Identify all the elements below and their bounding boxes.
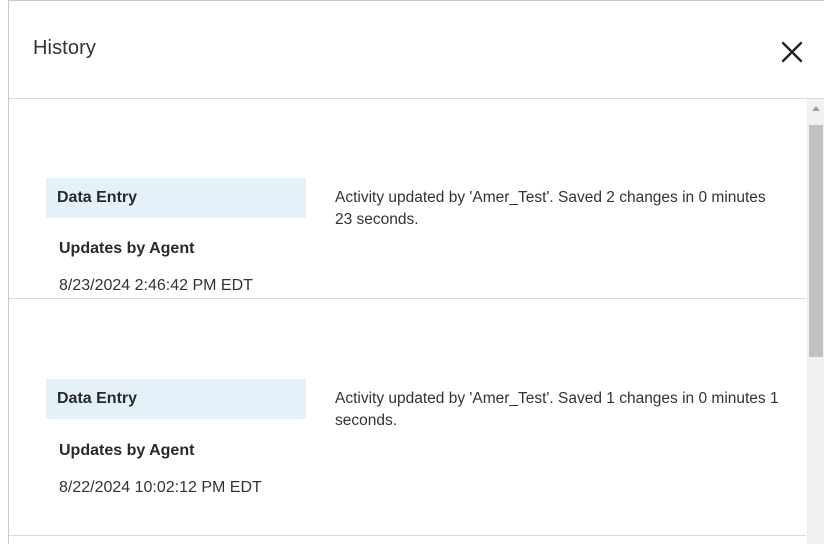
entry-description: Activity updated by 'Amer_Test'. Saved 1… (335, 390, 779, 429)
history-entry: Data Entry Updates by Agent 8/23/2024 2:… (9, 99, 806, 299)
dialog-header: History (9, 1, 824, 99)
entry-description: Activity updated by 'Amer_Test'. Saved 2… (335, 189, 766, 228)
entry-subtitle: Updates by Agent (59, 240, 195, 257)
entry-subtitle: Updates by Agent (59, 442, 195, 459)
dialog-title: History (33, 37, 96, 59)
scroll-up-button[interactable] (807, 99, 824, 119)
vertical-scrollbar[interactable] (807, 99, 824, 544)
close-icon (781, 41, 803, 63)
entry-timestamp: 8/23/2024 2:46:42 PM EDT (59, 277, 253, 294)
entry-type-badge: Data Entry (46, 178, 306, 218)
entry-timestamp: 8/22/2024 10:02:12 PM EDT (59, 479, 262, 496)
chevron-up-icon (812, 106, 820, 111)
history-entry: Data Entry Updates by Agent 8/22/2024 10… (9, 336, 806, 536)
entry-type-badge: Data Entry (46, 379, 306, 419)
close-button[interactable] (779, 39, 805, 65)
history-list: Data Entry Updates by Agent 8/23/2024 2:… (9, 99, 806, 544)
scroll-thumb[interactable] (809, 125, 823, 357)
history-dialog: History Data Entry Updates by Agent 8/23… (8, 0, 824, 544)
